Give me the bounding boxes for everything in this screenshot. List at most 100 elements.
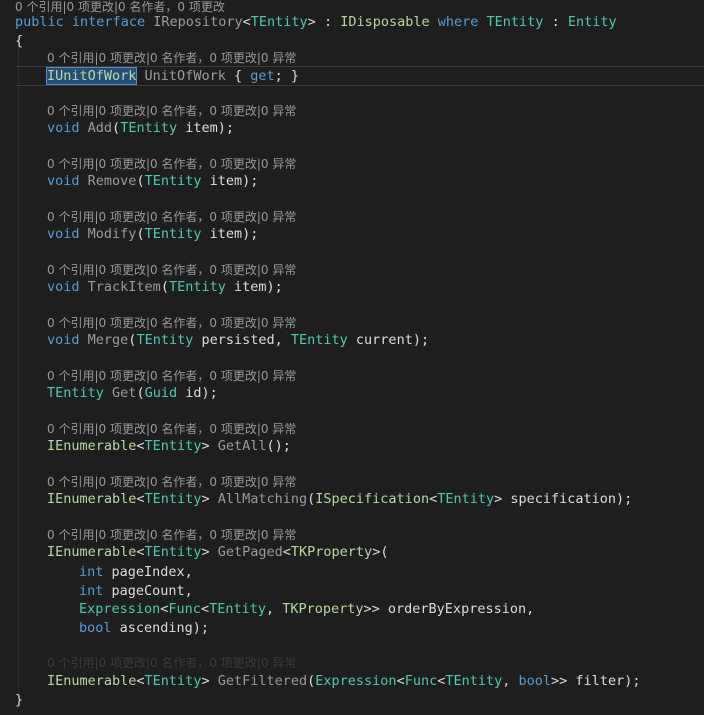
punct: >	[201, 673, 210, 689]
type-arg[interactable]: TEntity	[445, 673, 502, 689]
selected-type-iunitofwork[interactable]: IUnitOfWork	[45, 67, 138, 85]
return-type: void	[47, 226, 80, 242]
param-type[interactable]: TEntity	[145, 173, 202, 189]
codelens-trackitem[interactable]: 0 个引用|0 项更改|0 名作者，0 项更改|0 异常	[47, 263, 296, 277]
param-rest: item);	[201, 226, 259, 242]
code-editor[interactable]: 0 个引用|0 项更改|0 名作者，0 项更改 public interface…	[0, 0, 704, 715]
keyword-bool: bool	[518, 673, 552, 689]
member-unitofwork[interactable]: IUnitOfWork UnitOfWork { get; }	[45, 67, 299, 85]
return-type[interactable]: IEnumerable	[47, 544, 136, 560]
param-pageindex: int pageIndex,	[79, 563, 193, 581]
param-type: bool	[79, 620, 112, 636]
type-arg[interactable]: TEntity	[209, 601, 266, 617]
member-name[interactable]: Remove	[88, 173, 137, 189]
param-rest: > specification);	[494, 491, 633, 507]
param-type[interactable]: TEntity	[136, 332, 193, 348]
member-getall[interactable]: IEnumerable<TEntity> GetAll();	[47, 437, 291, 455]
member-name[interactable]: TrackItem	[88, 279, 161, 295]
member-get[interactable]: TEntity Get(Guid id);	[47, 384, 218, 402]
open-brace: {	[15, 33, 24, 49]
codelens-add[interactable]: 0 个引用|0 项更改|0 名作者，0 项更改|0 异常	[47, 104, 296, 118]
param-type[interactable]: TEntity	[291, 332, 348, 348]
member-name[interactable]: GetPaged	[218, 544, 283, 560]
return-type[interactable]: IEnumerable	[47, 491, 136, 507]
member-trackitem[interactable]: void TrackItem(TEntity item);	[47, 278, 283, 296]
member-name[interactable]: Add	[88, 120, 112, 136]
member-merge[interactable]: void Merge(TEntity persisted, TEntity cu…	[47, 331, 429, 349]
member-name[interactable]: Modify	[88, 226, 137, 242]
param-type[interactable]: Expression	[79, 601, 160, 617]
param-type[interactable]: TEntity	[120, 120, 177, 136]
param-rest: id);	[177, 385, 218, 401]
punct: <	[200, 601, 210, 617]
param-type[interactable]: Guid	[145, 385, 178, 401]
type-func[interactable]: Func	[168, 601, 201, 617]
param-type[interactable]: TEntity	[169, 279, 226, 295]
codelens-allmatching[interactable]: 0 个引用|0 项更改|0 名作者，0 项更改|0 异常	[47, 475, 296, 489]
return-type[interactable]: IEnumerable	[47, 673, 136, 689]
param-name: pageCount,	[103, 583, 193, 599]
return-type: void	[47, 279, 80, 295]
param-pagecount: int pageCount,	[79, 582, 193, 600]
type-arg[interactable]: TEntity	[145, 673, 202, 689]
param-rest: item);	[225, 279, 283, 295]
punct: <	[136, 491, 145, 507]
punct: <	[282, 544, 291, 560]
return-type[interactable]: IEnumerable	[47, 438, 136, 454]
punct: <	[242, 14, 251, 30]
codelens-getpaged[interactable]: 0 个引用|0 项更改|0 名作者，0 项更改|0 异常	[47, 528, 296, 542]
member-remove[interactable]: void Remove(TEntity item);	[47, 172, 258, 190]
member-name[interactable]: UnitOfWork	[145, 68, 226, 84]
type-arg[interactable]: TEntity	[145, 544, 202, 560]
param-name: ascending);	[111, 620, 210, 636]
param-orderbyexpression: Expression<Func<TEntity, TKProperty>> or…	[79, 600, 534, 618]
punct: <	[429, 491, 438, 507]
constraint-type[interactable]: Entity	[568, 14, 617, 30]
param-rest: item);	[201, 173, 259, 189]
type-param[interactable]: TEntity	[251, 14, 308, 30]
constraint-param[interactable]: TEntity	[487, 14, 544, 30]
param-type[interactable]: ISpecification	[315, 491, 429, 507]
type-func[interactable]: Func	[405, 673, 438, 689]
codelens-interface[interactable]: 0 个引用|0 项更改|0 名作者，0 项更改	[15, 0, 225, 14]
member-name[interactable]: GetFiltered	[218, 673, 307, 689]
punct: (	[160, 279, 169, 295]
param-rest: current);	[347, 332, 430, 348]
indent-guide	[18, 48, 19, 690]
param-ascending: bool ascending);	[79, 619, 209, 637]
interface-declaration: public interface IRepository<TEntity> : …	[15, 13, 617, 31]
codelens-get[interactable]: 0 个引用|0 项更改|0 名作者，0 项更改|0 异常	[47, 369, 296, 383]
member-name[interactable]: GetAll	[218, 438, 267, 454]
param-name: pageIndex,	[103, 564, 193, 580]
member-name[interactable]: Merge	[88, 332, 129, 348]
base-interface[interactable]: IDisposable	[340, 14, 429, 30]
return-type: void	[47, 332, 80, 348]
member-name[interactable]: AllMatching	[218, 491, 307, 507]
member-modify[interactable]: void Modify(TEntity item);	[47, 225, 258, 243]
generic-param[interactable]: TKProperty	[282, 601, 363, 617]
param-rest: >> orderByExpression,	[363, 601, 535, 617]
type-arg[interactable]: TEntity	[145, 438, 202, 454]
member-add[interactable]: void Add(TEntity item);	[47, 119, 234, 137]
member-allmatching[interactable]: IEnumerable<TEntity> AllMatching(ISpecif…	[47, 490, 632, 508]
punct: >	[201, 491, 210, 507]
codelens-merge[interactable]: 0 个引用|0 项更改|0 名作者，0 项更改|0 异常	[47, 316, 296, 330]
type-arg[interactable]: TEntity	[145, 491, 202, 507]
codelens-getall[interactable]: 0 个引用|0 项更改|0 名作者，0 项更改|0 异常	[47, 422, 296, 436]
codelens-remove[interactable]: 0 个引用|0 项更改|0 名作者，0 项更改|0 异常	[47, 157, 296, 171]
return-type[interactable]: TEntity	[47, 385, 104, 401]
punct: :	[315, 14, 341, 30]
param-type[interactable]: Expression	[315, 673, 396, 689]
member-getfiltered[interactable]: IEnumerable<TEntity> GetFiltered(Express…	[47, 672, 640, 690]
param-type[interactable]: TEntity	[145, 226, 202, 242]
type-arg[interactable]: TEntity	[437, 491, 494, 507]
param-mid: persisted,	[193, 332, 291, 348]
param-rest: >> filter);	[551, 673, 641, 689]
codelens-unitofwork[interactable]: 0 个引用|0 项更改|0 名作者，0 项更改|0 异常	[47, 51, 296, 65]
generic-param[interactable]: TKProperty	[291, 544, 372, 560]
member-getpaged[interactable]: IEnumerable<TEntity> GetPaged<TKProperty…	[47, 543, 388, 561]
codelens-modify[interactable]: 0 个引用|0 项更改|0 名作者，0 项更改|0 异常	[47, 210, 296, 224]
interface-name[interactable]: IRepository	[153, 14, 242, 30]
codelens-getfiltered[interactable]: 0 个引用|0 项更改|0 名作者，0 项更改|0 异常	[47, 656, 296, 670]
member-name[interactable]: Get	[112, 385, 136, 401]
